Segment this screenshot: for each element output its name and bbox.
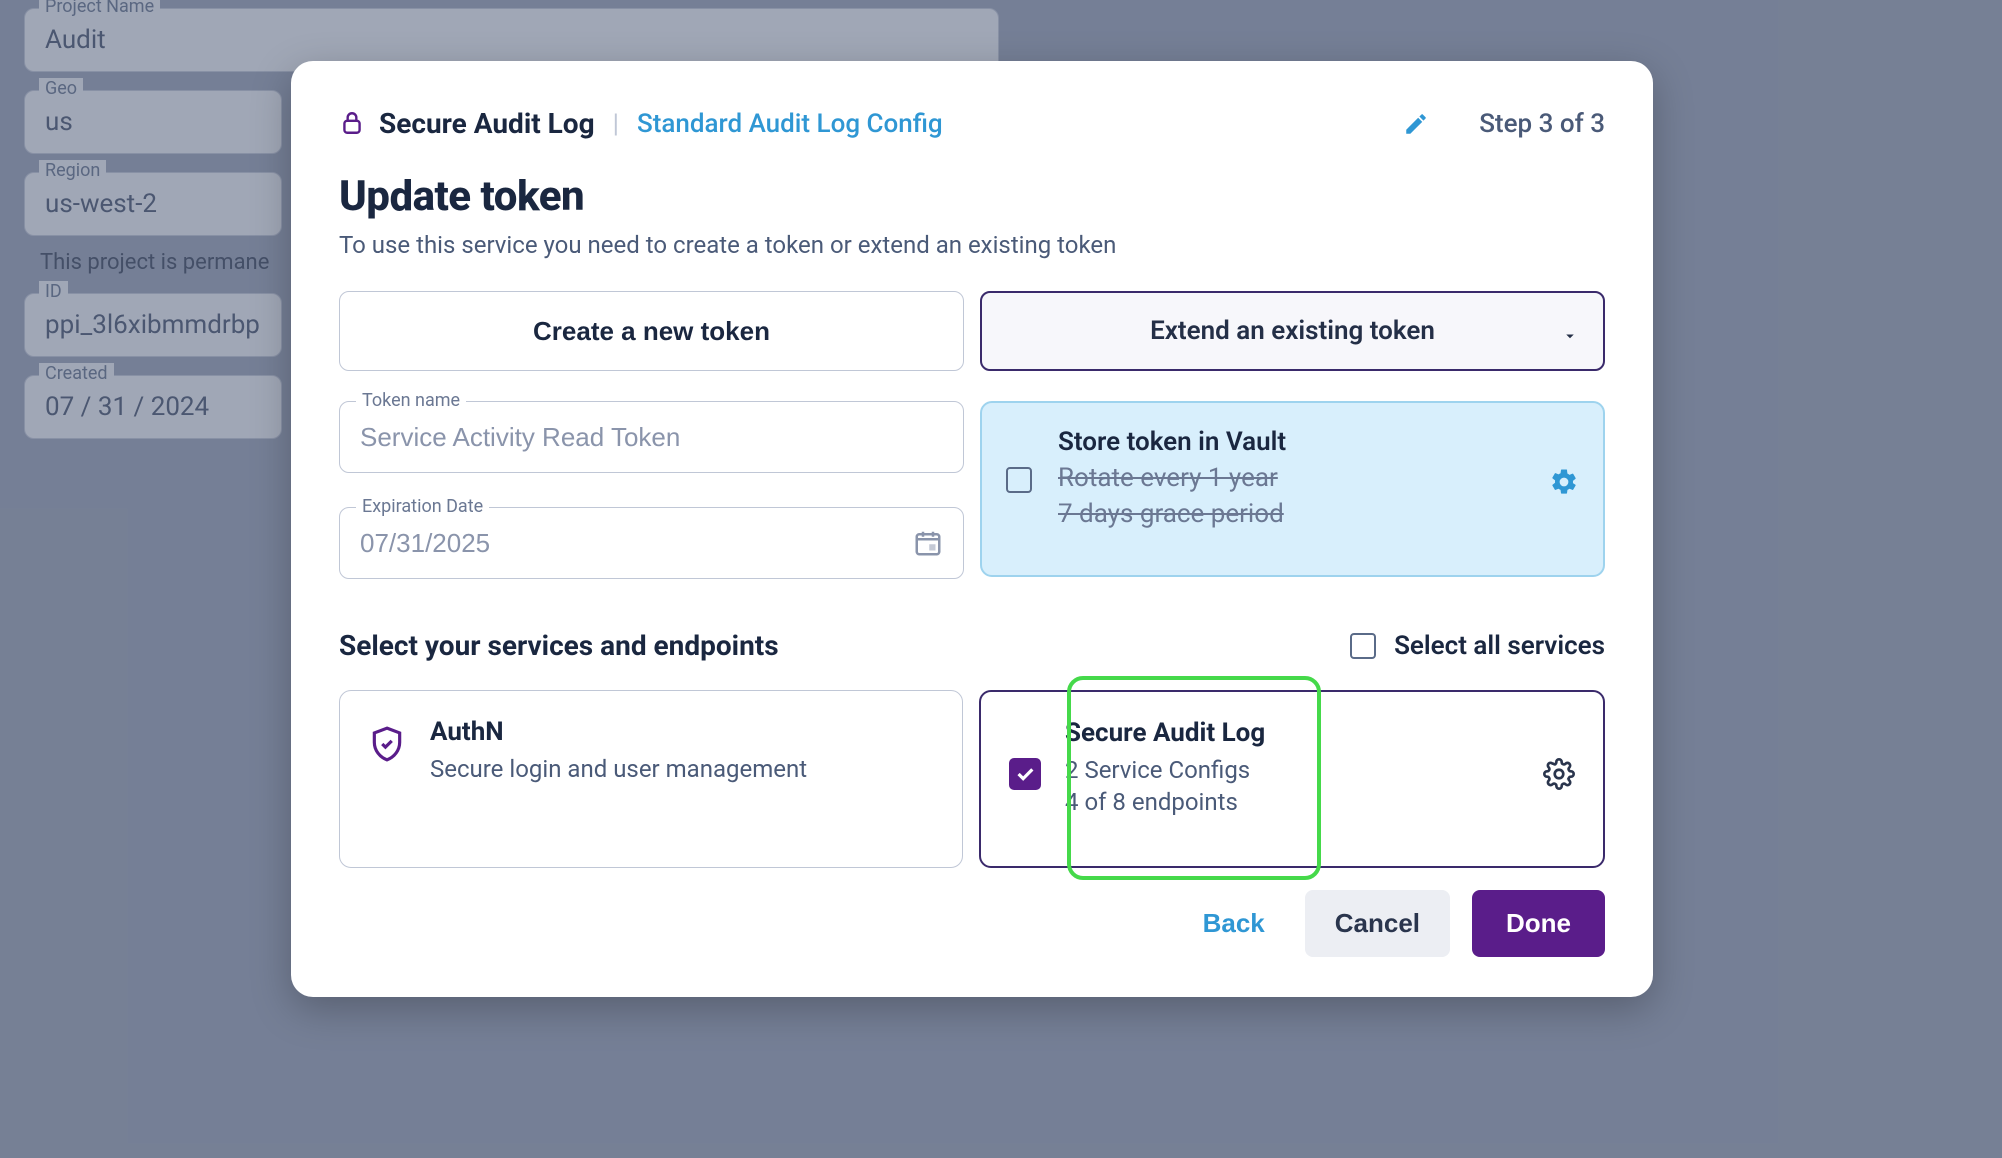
expiration-date-field[interactable]: Expiration Date: [339, 507, 964, 579]
service-card-authn[interactable]: AuthN Secure login and user management: [339, 690, 963, 868]
token-name-input[interactable]: [360, 422, 943, 453]
modal-heading: Update token: [339, 172, 1605, 221]
select-all-services-checkbox[interactable]: [1350, 633, 1376, 659]
cancel-button[interactable]: Cancel: [1305, 890, 1450, 957]
breadcrumb-config-link[interactable]: Standard Audit Log Config: [637, 109, 943, 139]
vault-store-panel: Store token in Vault Rotate every 1 year…: [980, 401, 1605, 577]
store-in-vault-checkbox[interactable]: [1006, 467, 1032, 493]
lock-icon: [339, 110, 365, 138]
modal-subheading: To use this service you need to create a…: [339, 231, 1605, 259]
service-audit-configs: 2 Service Configs: [1065, 756, 1265, 784]
token-name-field[interactable]: Token name: [339, 401, 964, 473]
modal-breadcrumb-header: Secure Audit Log | Standard Audit Log Co…: [339, 107, 1605, 140]
service-authn-desc: Secure login and user management: [430, 755, 807, 783]
service-audit-checkbox-checked[interactable]: [1009, 758, 1041, 790]
pencil-edit-icon[interactable]: [1403, 111, 1429, 137]
service-audit-name: Secure Audit Log: [1065, 718, 1265, 748]
service-card-secure-audit-log[interactable]: Secure Audit Log 2 Service Configs 4 of …: [979, 690, 1605, 868]
breadcrumb-service-title: Secure Audit Log: [379, 107, 595, 140]
vault-line-grace: 7 days grace period: [1058, 499, 1523, 529]
step-indicator: Step 3 of 3: [1479, 109, 1605, 139]
select-services-heading: Select your services and endpoints: [339, 629, 779, 662]
service-audit-endpoints: 4 of 8 endpoints: [1065, 788, 1265, 816]
vault-line-rotate: Rotate every 1 year: [1058, 463, 1523, 493]
shield-check-icon: [368, 725, 406, 767]
update-token-modal: Secure Audit Log | Standard Audit Log Co…: [291, 61, 1653, 997]
service-audit-settings-gear-icon[interactable]: [1543, 758, 1575, 790]
modal-footer: Back Cancel Done: [339, 890, 1605, 957]
chevron-down-icon: [1561, 322, 1579, 340]
breadcrumb-separator: |: [613, 109, 619, 139]
token-name-label: Token name: [356, 390, 466, 411]
vault-line-title: Store token in Vault: [1058, 427, 1523, 457]
expiration-date-input[interactable]: [360, 528, 943, 559]
back-button[interactable]: Back: [1185, 898, 1283, 949]
select-all-services-label: Select all services: [1394, 631, 1605, 661]
extend-existing-token-select[interactable]: Extend an existing token: [980, 291, 1605, 371]
extend-existing-token-label: Extend an existing token: [1150, 316, 1435, 346]
expiration-date-label: Expiration Date: [356, 496, 489, 517]
vault-settings-gear-icon[interactable]: [1549, 467, 1579, 497]
create-new-token-button[interactable]: Create a new token: [339, 291, 964, 371]
service-authn-name: AuthN: [430, 717, 807, 747]
done-button[interactable]: Done: [1472, 890, 1605, 957]
calendar-icon[interactable]: [913, 528, 943, 558]
